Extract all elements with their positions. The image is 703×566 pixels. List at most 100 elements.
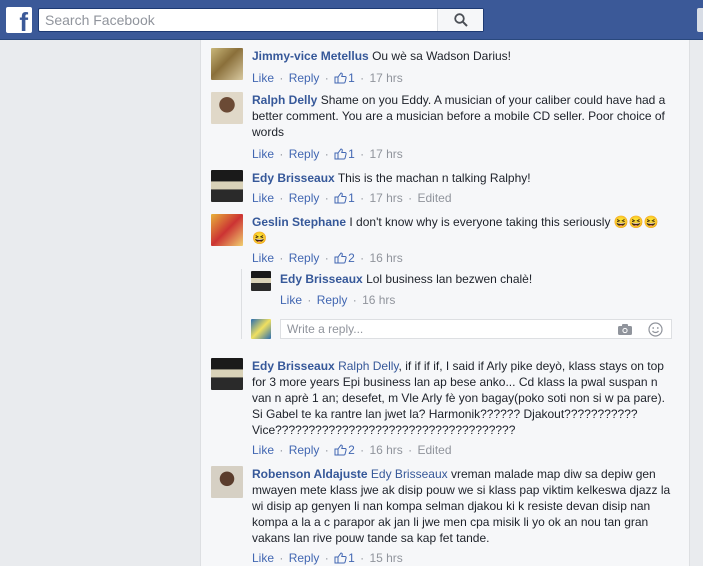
- like-count-value: 2: [348, 251, 355, 265]
- separator-dot: ·: [360, 191, 365, 205]
- reply-text: Lol business lan bezwen chalè!: [366, 272, 533, 286]
- comment-timestamp[interactable]: 17 hrs: [369, 71, 402, 85]
- separator-dot: ·: [279, 551, 284, 565]
- comment-timestamp[interactable]: 17 hrs: [369, 191, 402, 205]
- comment-author[interactable]: Edy Brisseaux: [252, 171, 335, 185]
- comment-author[interactable]: Jimmy-vice Metellus: [252, 49, 369, 63]
- like-count[interactable]: 1: [334, 551, 355, 565]
- reply-button[interactable]: Reply: [289, 251, 320, 265]
- like-count[interactable]: 2: [334, 443, 355, 457]
- reply-button[interactable]: Reply: [289, 71, 320, 85]
- edited-label[interactable]: Edited: [418, 191, 452, 205]
- like-button[interactable]: Like: [252, 443, 274, 457]
- comment-body: Geslin Stephane I don't know why is ever…: [252, 214, 672, 246]
- separator-dot: ·: [360, 551, 365, 565]
- separator-dot: ·: [408, 191, 413, 205]
- avatar[interactable]: [211, 170, 243, 202]
- reply-button[interactable]: Reply: [289, 147, 320, 161]
- like-button[interactable]: Like: [252, 71, 274, 85]
- avatar[interactable]: [211, 214, 243, 246]
- comment-timestamp[interactable]: 17 hrs: [369, 147, 402, 161]
- like-count[interactable]: 1: [334, 191, 355, 205]
- comment-body: Robenson Aldajuste Edy Brisseaux vreman …: [252, 466, 672, 546]
- thumbs-up-icon: [334, 444, 347, 456]
- tagged-user[interactable]: Edy Brisseaux: [371, 467, 448, 481]
- separator-dot: ·: [360, 443, 365, 457]
- reply-button[interactable]: Reply: [289, 443, 320, 457]
- like-count[interactable]: 1: [334, 147, 355, 161]
- avatar[interactable]: [211, 92, 243, 124]
- thumbs-up-icon: [334, 192, 347, 204]
- comment-body: Edy Brisseaux This is the machan n talki…: [252, 170, 672, 186]
- comment-body: Ralph Delly Shame on you Eddy. A musicia…: [252, 92, 672, 140]
- like-button[interactable]: Like: [252, 147, 274, 161]
- like-button[interactable]: Like: [252, 551, 274, 565]
- top-navigation-bar: f: [0, 0, 703, 40]
- separator-dot: ·: [279, 147, 284, 161]
- comment-author[interactable]: Edy Brisseaux: [252, 359, 335, 373]
- thumbs-up-icon: [334, 252, 347, 264]
- comment-timestamp[interactable]: 16 hrs: [369, 443, 402, 457]
- separator-dot: ·: [408, 443, 413, 457]
- separator-dot: ·: [279, 251, 284, 265]
- avatar[interactable]: [211, 358, 243, 390]
- thumbs-up-icon: [334, 72, 347, 84]
- like-count-value: 1: [348, 191, 355, 205]
- separator-dot: ·: [360, 71, 365, 85]
- comment-actions: Like · Reply · 1 · 17 hrs · Edited: [252, 191, 452, 205]
- comment-author[interactable]: Geslin Stephane: [252, 215, 346, 229]
- reply-author[interactable]: Edy Brisseaux: [280, 272, 363, 286]
- comments-panel: Jimmy-vice Metellus Ou wè sa Wadson Dari…: [200, 40, 690, 566]
- like-count-value: 1: [348, 71, 355, 85]
- comment-author[interactable]: Ralph Delly: [252, 93, 317, 107]
- search-bar: [38, 8, 484, 32]
- separator-dot: ·: [324, 191, 329, 205]
- search-button[interactable]: [437, 9, 483, 31]
- separator-dot: ·: [307, 293, 312, 307]
- edited-label[interactable]: Edited: [418, 443, 452, 457]
- like-count-value: 1: [348, 147, 355, 161]
- profile-thumbnail[interactable]: [697, 8, 703, 32]
- reply-button[interactable]: Reply: [317, 293, 348, 307]
- avatar[interactable]: [251, 271, 271, 291]
- camera-icon[interactable]: [617, 323, 633, 336]
- reply-button[interactable]: Reply: [289, 191, 320, 205]
- thumbs-up-icon: [334, 552, 347, 564]
- avatar[interactable]: [211, 48, 243, 80]
- like-count-value: 1: [348, 551, 355, 565]
- separator-dot: ·: [324, 71, 329, 85]
- comment-timestamp[interactable]: 15 hrs: [369, 551, 402, 565]
- search-input[interactable]: [39, 9, 439, 31]
- avatar[interactable]: [211, 466, 243, 498]
- separator-dot: ·: [360, 147, 365, 161]
- reply-timestamp[interactable]: 16 hrs: [362, 293, 395, 307]
- comment-actions: Like · Reply · 1 · 17 hrs: [252, 71, 403, 85]
- like-count-value: 2: [348, 443, 355, 457]
- emoji-icon[interactable]: [648, 322, 663, 337]
- reply-button[interactable]: Reply: [289, 551, 320, 565]
- separator-dot: ·: [352, 293, 357, 307]
- reply-composer: [251, 319, 672, 339]
- like-button[interactable]: Like: [252, 251, 274, 265]
- separator-dot: ·: [324, 551, 329, 565]
- like-count[interactable]: 1: [334, 71, 355, 85]
- comment-author[interactable]: Robenson Aldajuste: [252, 467, 368, 481]
- comment-body: Jimmy-vice Metellus Ou wè sa Wadson Dari…: [252, 48, 672, 64]
- comment-actions: Like · Reply · 1 · 15 hrs: [252, 551, 403, 565]
- separator-dot: ·: [279, 191, 284, 205]
- like-button[interactable]: Like: [252, 191, 274, 205]
- comment-body: Edy Brisseaux Ralph Delly, if if if if, …: [252, 358, 672, 438]
- reply-input-box: [280, 319, 672, 339]
- reply-input[interactable]: [287, 320, 607, 338]
- tagged-user[interactable]: Ralph Delly: [338, 359, 398, 373]
- facebook-logo[interactable]: f: [6, 7, 32, 33]
- like-button[interactable]: Like: [280, 293, 302, 307]
- comment-text: Ou wè sa Wadson Darius!: [372, 49, 512, 63]
- comment-text: I don't know why is everyone taking this…: [349, 215, 611, 229]
- separator-dot: ·: [324, 251, 329, 265]
- reply-actions: Like · Reply · 16 hrs: [280, 293, 395, 307]
- reply-body: Edy Brisseaux Lol business lan bezwen ch…: [280, 271, 700, 287]
- comment-timestamp[interactable]: 16 hrs: [369, 251, 402, 265]
- like-count[interactable]: 2: [334, 251, 355, 265]
- comment-actions: Like · Reply · 2 · 16 hrs: [252, 251, 403, 265]
